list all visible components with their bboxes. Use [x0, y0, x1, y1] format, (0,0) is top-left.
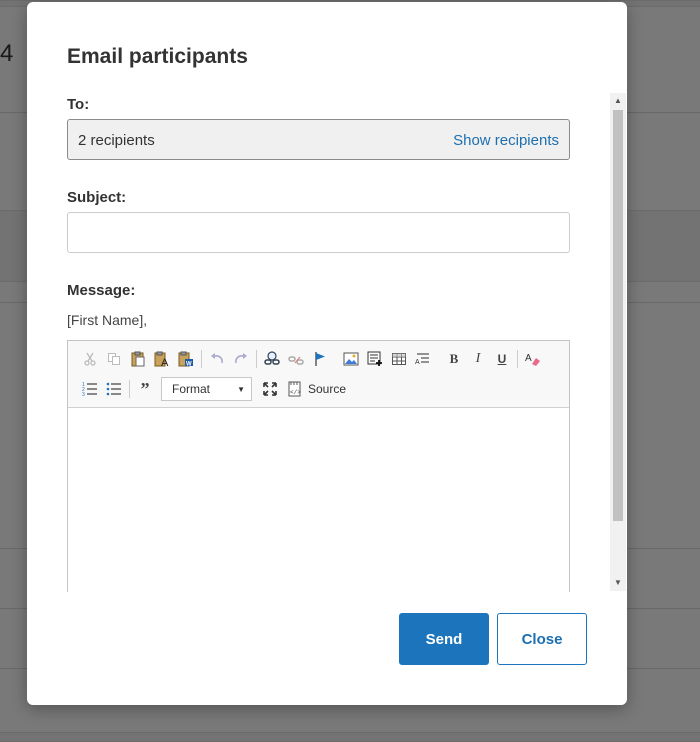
message-greeting: [First Name],: [67, 312, 148, 328]
paste-icon[interactable]: [126, 347, 150, 371]
source-icon: </>: [288, 381, 301, 397]
source-label: Source: [308, 382, 347, 396]
format-dropdown-label: Format: [172, 382, 211, 396]
paste-from-word-icon[interactable]: W: [174, 347, 198, 371]
toolbar-separator: [201, 350, 202, 368]
svg-text:</>: </>: [290, 389, 301, 396]
undo-icon[interactable]: [205, 347, 229, 371]
toolbar-row-1: A W A B I U A: [78, 347, 545, 371]
toolbar-separator: [129, 380, 130, 398]
maximize-icon[interactable]: [258, 377, 282, 401]
subject-input[interactable]: [67, 212, 570, 253]
scrollbar-thumb[interactable]: [613, 110, 623, 521]
cut-icon[interactable]: [78, 347, 102, 371]
table-icon[interactable]: [387, 347, 411, 371]
recipients-field: 2 recipients Show recipients: [67, 119, 570, 160]
paste-text-icon[interactable]: A: [150, 347, 174, 371]
underline-button[interactable]: U: [490, 347, 514, 371]
format-dropdown[interactable]: Format ▼: [161, 377, 252, 401]
editor-toolbar: A W A B I U A 1 2 3 ” Format ▼ </> Sourc…: [68, 341, 569, 408]
show-recipients-link[interactable]: Show recipients: [453, 132, 559, 149]
send-button[interactable]: Send: [399, 613, 489, 665]
dialog-scrollbar[interactable]: ▲ ▼: [610, 93, 626, 591]
dialog-scroll-area: To: 2 recipients Show recipients Subject…: [67, 92, 626, 592]
remove-format-icon[interactable]: A: [521, 347, 545, 371]
link-icon[interactable]: [260, 347, 284, 371]
toolbar-separator: [256, 350, 257, 368]
svg-text:3: 3: [82, 392, 85, 397]
copy-icon[interactable]: [102, 347, 126, 371]
anchor-flag-icon[interactable]: [308, 347, 332, 371]
bulleted-list-icon[interactable]: [102, 377, 126, 401]
close-button[interactable]: Close: [497, 613, 587, 665]
email-participants-dialog: Email participants To: 2 recipients Show…: [27, 2, 627, 705]
italic-button[interactable]: I: [466, 347, 490, 371]
dialog-title: Email participants: [67, 45, 248, 68]
spellcheck-icon[interactable]: A: [411, 347, 435, 371]
toolbar-row-2: 123 ” Format ▼ </> Source: [78, 377, 346, 401]
svg-text:W: W: [186, 362, 192, 368]
scroll-down-icon[interactable]: ▼: [610, 575, 626, 591]
svg-text:A: A: [161, 357, 169, 367]
toolbar-separator: [517, 350, 518, 368]
chevron-down-icon: ▼: [237, 384, 245, 394]
blockquote-icon[interactable]: ”: [133, 377, 157, 401]
bold-button[interactable]: B: [442, 347, 466, 371]
svg-text:A: A: [525, 353, 532, 364]
toolbar-gap: [438, 350, 439, 368]
image-icon[interactable]: [339, 347, 363, 371]
source-button[interactable]: </> Source: [288, 381, 346, 397]
rich-text-editor: A W A B I U A 1 2 3 ” Format ▼ </> Sourc…: [67, 340, 570, 592]
message-body-editor[interactable]: [68, 408, 569, 592]
numbered-list-icon[interactable]: 123: [78, 377, 102, 401]
to-label: To:: [67, 96, 90, 113]
toolbar-gap: [335, 350, 336, 368]
recipients-count: 2 recipients: [78, 132, 155, 149]
redo-icon[interactable]: [229, 347, 253, 371]
insert-field-icon[interactable]: [363, 347, 387, 371]
scroll-up-icon[interactable]: ▲: [610, 93, 626, 109]
unlink-icon[interactable]: [284, 347, 308, 371]
svg-text:A: A: [415, 359, 420, 366]
subject-label: Subject:: [67, 189, 127, 206]
message-label: Message:: [67, 282, 136, 299]
